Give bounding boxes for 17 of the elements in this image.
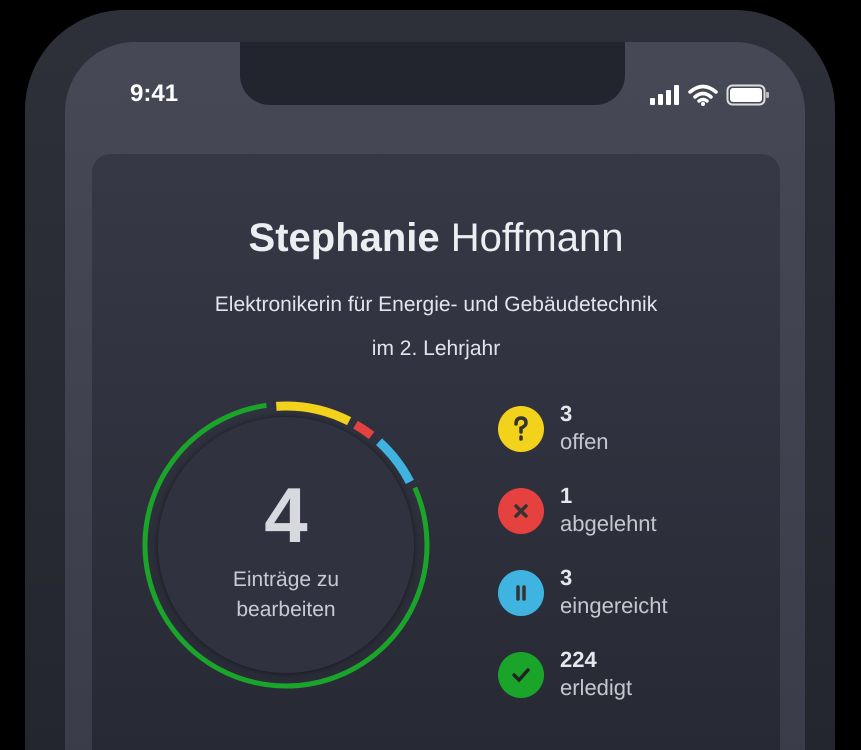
status-label: abgelehnt [560, 510, 657, 538]
status-label: erledigt [560, 674, 632, 702]
status-count: 1 [560, 483, 574, 509]
profile-name: Stephanie Hoffmann [248, 216, 624, 261]
status-count: 3 [560, 401, 574, 427]
wifi-icon [688, 84, 718, 106]
profile-subtitle: im 2. Lehrjahr [372, 336, 500, 362]
battery-icon [726, 84, 770, 106]
status-count: 224 [560, 647, 598, 673]
status-label: offen [560, 428, 609, 456]
signal-icon [650, 85, 680, 105]
status-count: 3 [560, 565, 574, 591]
status-label: eingereicht [560, 592, 668, 620]
pending-count: 4 [264, 475, 308, 555]
profile-subtitle: Elektronikerin für Energie- und Gebäudetechnik [214, 292, 658, 318]
pending-label: Einträge zu bearbeiten [232, 567, 340, 623]
status-time: 9:41 [130, 80, 178, 108]
